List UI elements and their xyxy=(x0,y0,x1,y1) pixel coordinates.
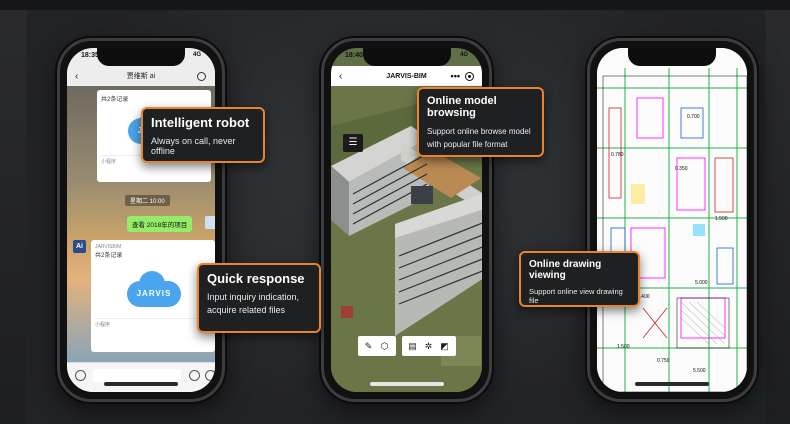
emoji-icon[interactable] xyxy=(189,370,200,381)
drawing-label: 5.500 xyxy=(693,368,706,374)
drawing-label: 0.780 xyxy=(611,152,624,158)
status-signal: 4G xyxy=(459,52,468,58)
app-title: JARVIS-BIM xyxy=(386,72,427,80)
callout-line-1: Input inquiry indication, xyxy=(207,292,300,302)
drawing-label: 1.500 xyxy=(715,216,728,222)
toolbar-group-left: ✎ ⬡ xyxy=(357,336,396,356)
profile-icon[interactable] xyxy=(197,71,206,81)
fullscreen-icon[interactable]: ◩ xyxy=(440,341,450,351)
top-strip xyxy=(0,0,790,10)
callout-title: Intelligent robot xyxy=(151,115,250,130)
card-title: 共2条记录 xyxy=(101,97,129,103)
back-icon[interactable]: ‹ xyxy=(339,71,342,82)
drawing-label: 0.700 xyxy=(687,114,700,120)
callout-line-2: acquire related files xyxy=(207,305,286,315)
tree-structure-icon[interactable]: ☰ xyxy=(343,134,363,152)
settings-icon[interactable]: ✲ xyxy=(424,341,434,351)
callout-online-drawing-viewing: Online drawing viewing Support online vi… xyxy=(519,251,640,307)
status-bar: 18:40 4G xyxy=(345,52,468,64)
chat-input[interactable] xyxy=(93,369,181,382)
model-toolbar: ✎ ⬡ ▤ ✲ ◩ xyxy=(357,336,456,356)
callout-title: Online drawing viewing xyxy=(529,259,602,281)
callout-line-2: with popular file format xyxy=(427,140,508,149)
toolbar-group-right: ▤ ✲ ◩ xyxy=(401,336,456,356)
home-indicator xyxy=(104,382,178,386)
user-message-bubble: 查看 2018年的项目 xyxy=(127,216,193,232)
chat-header: ‹ 贾维斯 ai xyxy=(67,66,215,86)
callout-line-1: Support online browse model xyxy=(427,127,531,136)
ai-avatar: Ai xyxy=(73,240,86,253)
home-indicator xyxy=(635,382,709,386)
app-header: ‹ JARVIS-BIM ••• xyxy=(331,66,482,86)
chat-title: 贾维斯 ai xyxy=(126,73,156,80)
home-indicator xyxy=(369,382,444,386)
callout-subtitle: Always on call, never offline xyxy=(151,136,236,156)
phone-drawing-screen: 0.700 0.780 0.350 1.500 5.000 2.400 1.50… xyxy=(597,48,747,392)
callout-title: Online model browsing xyxy=(427,95,497,119)
back-icon[interactable]: ‹ xyxy=(75,71,78,82)
phone-drawing: 0.700 0.780 0.350 1.500 5.000 2.400 1.50… xyxy=(587,38,757,402)
user-avatar xyxy=(205,216,215,229)
callout-quick-response: Quick response Input inquiry indication,… xyxy=(197,263,321,333)
callout-online-model-browsing: Online model browsing Support online bro… xyxy=(417,87,544,157)
layers-icon[interactable]: ▤ xyxy=(408,341,418,351)
notch xyxy=(628,48,716,66)
card-title: 共2条记录 xyxy=(95,253,123,259)
more-icon[interactable]: ••• xyxy=(451,71,460,81)
add-icon[interactable] xyxy=(205,370,215,381)
drawing-label: 0.350 xyxy=(675,166,688,172)
callout-intelligent-robot: Intelligent robot Always on call, never … xyxy=(141,107,265,163)
status-bar: 18:35 4G xyxy=(81,52,201,64)
jarvis-logo: JARVIS xyxy=(113,271,193,313)
chat-input-bar xyxy=(67,362,215,392)
callout-subtitle: Support online view drawing file xyxy=(529,287,623,305)
drawing-label: 1.500 xyxy=(617,344,630,350)
drawing-label: 0.750 xyxy=(657,358,670,364)
record-icon[interactable] xyxy=(465,71,474,81)
measure-icon[interactable]: ✎ xyxy=(364,341,374,351)
cube-icon[interactable]: ⬡ xyxy=(380,341,390,351)
phone-chat-screen: 18:35 4G ‹ 贾维斯 ai 共2条记录 JARVIS 小程序 星期二 1… xyxy=(67,48,215,392)
time-stamp: 星期二 10:00 xyxy=(125,195,170,206)
status-time: 18:40 xyxy=(345,52,363,59)
drawing-label: 5.000 xyxy=(695,280,708,286)
card-footer: 小程序 xyxy=(95,318,211,328)
status-signal: 4G xyxy=(192,52,201,58)
phone-chat: 18:35 4G ‹ 贾维斯 ai 共2条记录 JARVIS 小程序 星期二 1… xyxy=(57,38,225,402)
callout-title: Quick response xyxy=(207,271,305,286)
status-time: 18:35 xyxy=(81,52,99,59)
voice-icon[interactable] xyxy=(75,370,86,381)
jarvis-logo-text: JARVIS xyxy=(136,289,172,298)
